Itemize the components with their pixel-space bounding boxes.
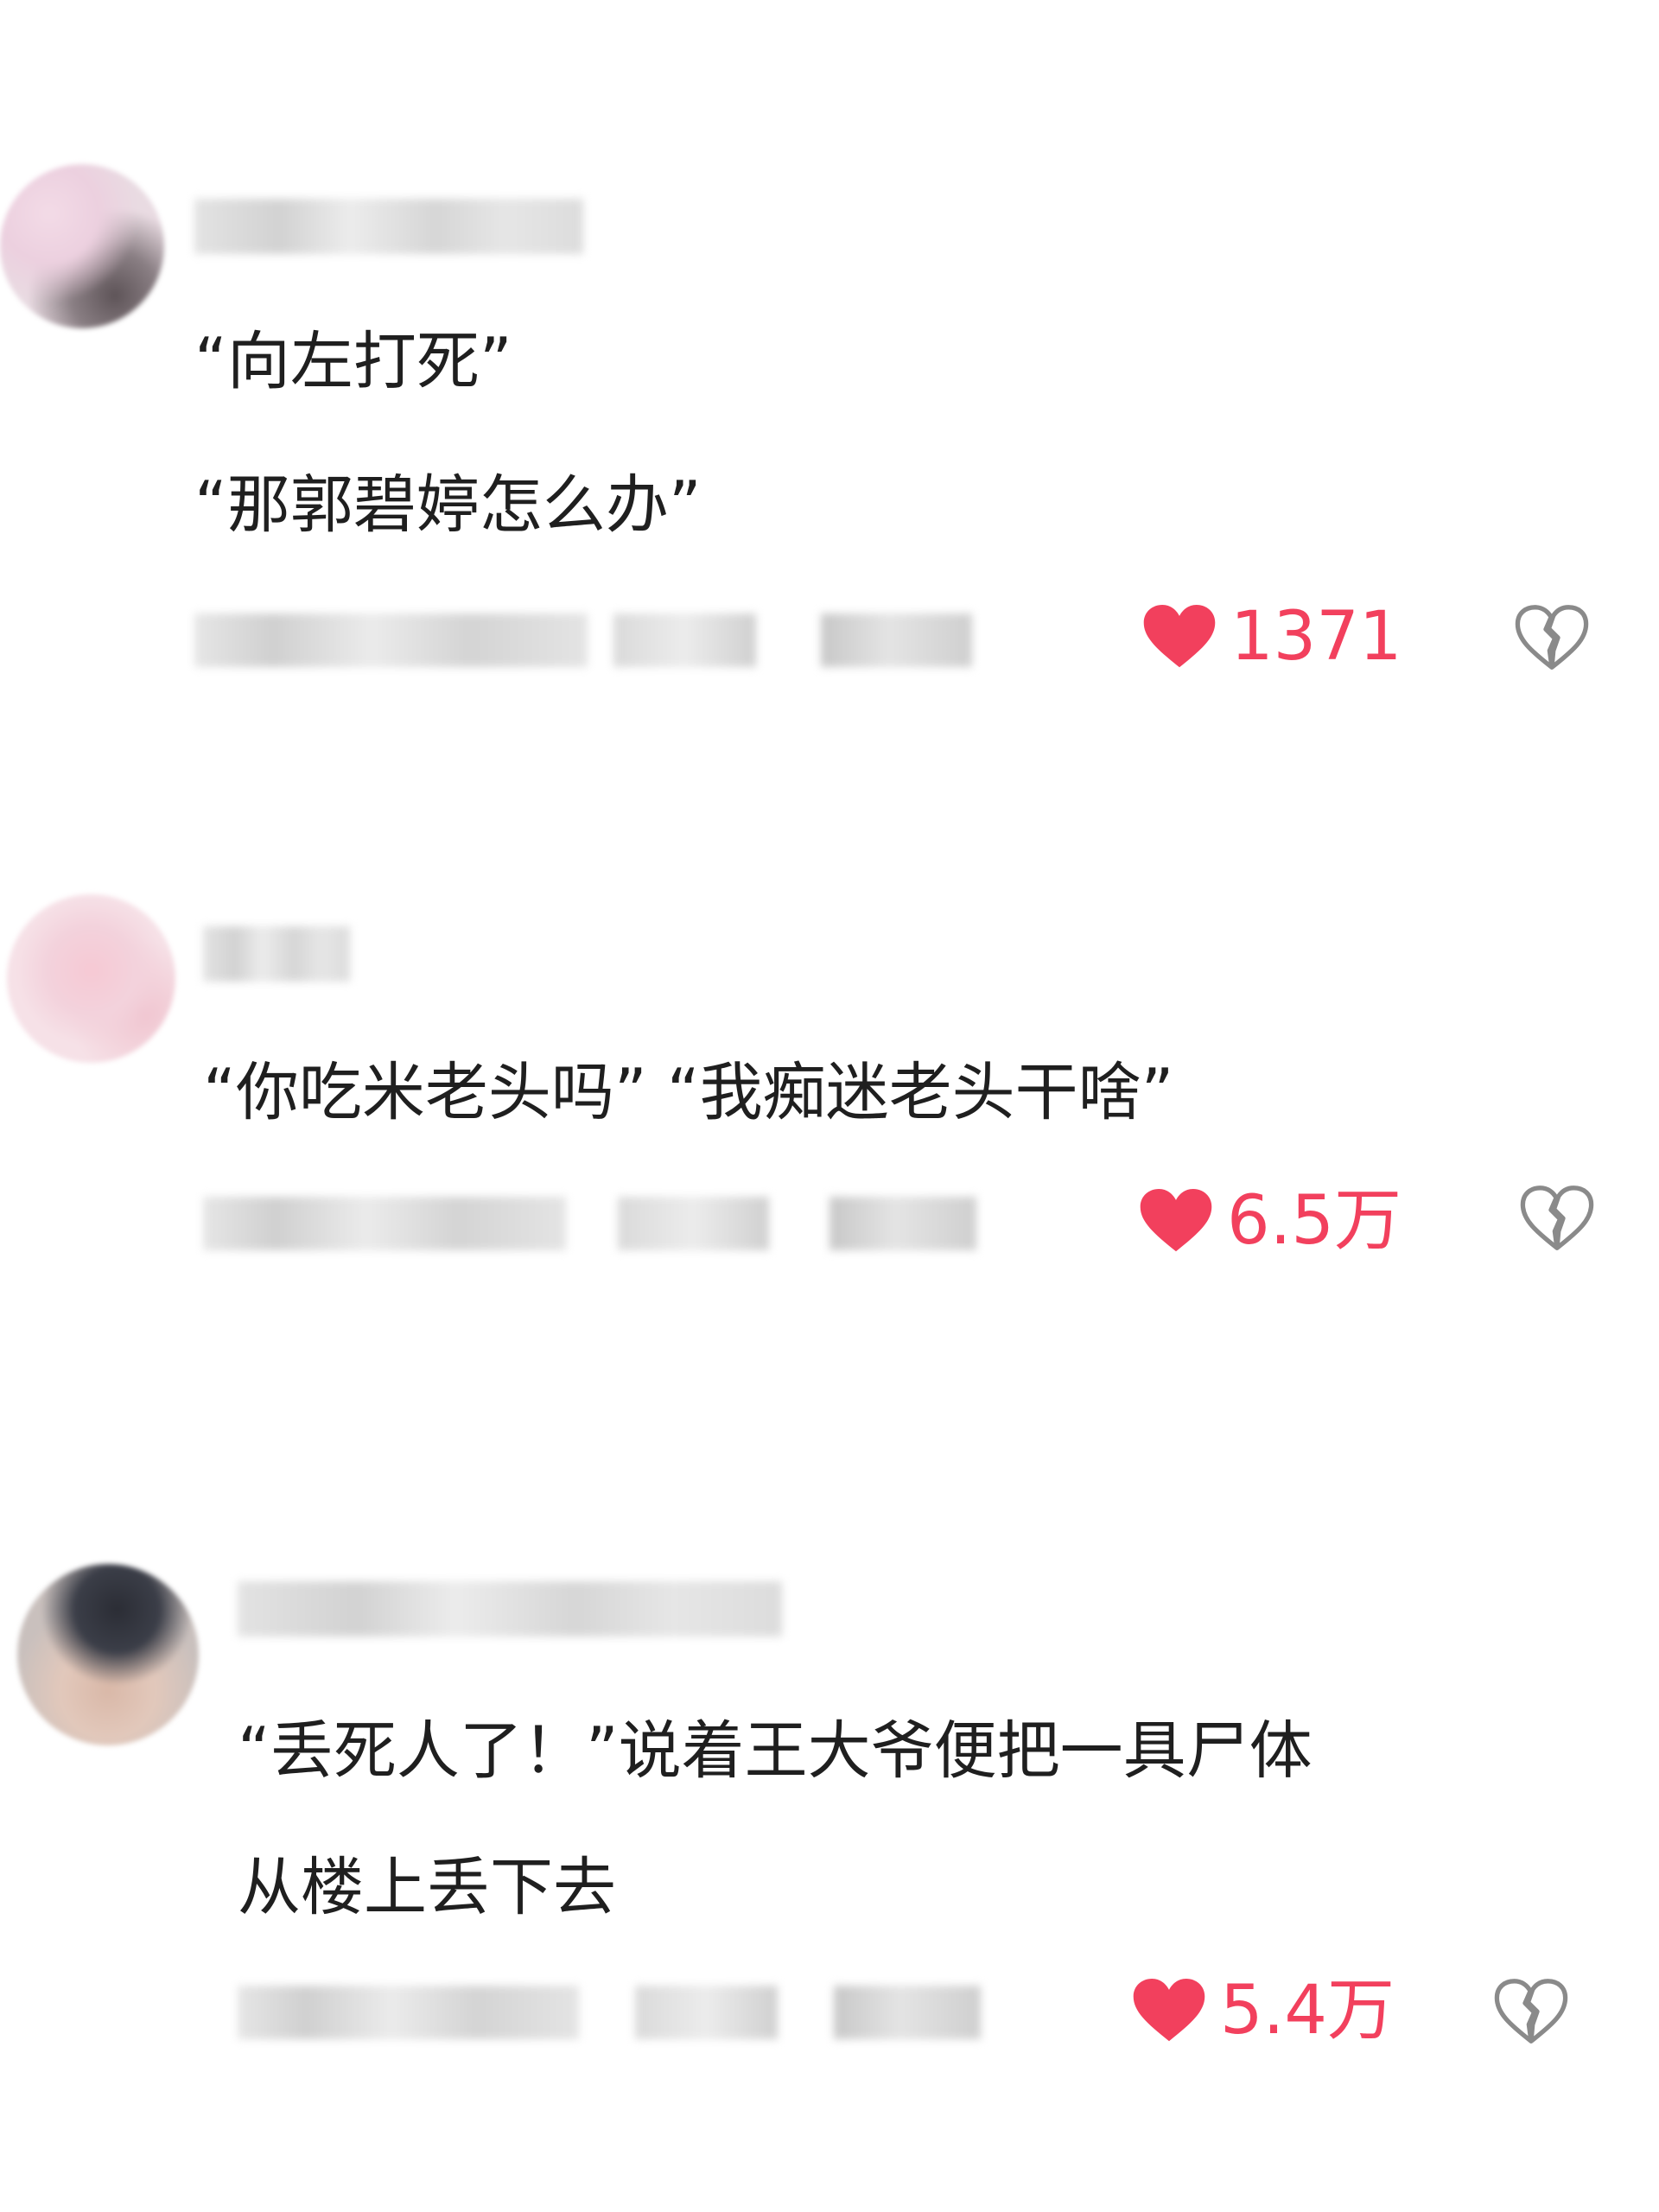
reply-button-blurred[interactable] [821,613,972,667]
timestamp-blurred [203,1197,566,1250]
like-count: 1371 [1230,598,1402,676]
username-blurred[interactable] [203,926,350,982]
timestamp-blurred [238,1986,579,2039]
broken-heart-icon[interactable] [1493,1977,1569,2046]
location-blurred [618,1197,769,1250]
comment-text-line: “你吃米老头吗” “我痴迷老头干啥” [203,1056,1174,1129]
reply-button-blurred[interactable] [830,1197,976,1250]
like-count: 5.4万 [1220,1972,1395,2050]
heart-icon [1140,1189,1212,1252]
heart-icon [1143,605,1216,668]
broken-heart-icon[interactable] [1519,1184,1595,1253]
comment-text-line: “向左打死” [194,325,512,398]
broken-heart-icon[interactable] [1514,603,1590,672]
like-button[interactable]: 1371 [1142,603,1402,671]
avatar[interactable] [0,164,164,328]
location-blurred [635,1986,778,2039]
comment-text-line: “丢死人了！”说着王大爷便把一具尸体 [238,1714,1313,1788]
like-button[interactable]: 6.5万 [1139,1187,1402,1255]
location-blurred [613,613,756,667]
avatar[interactable] [17,1564,199,1745]
username-blurred[interactable] [238,1581,782,1637]
username-blurred[interactable] [194,199,583,254]
timestamp-blurred [194,613,588,667]
like-button[interactable]: 5.4万 [1132,1977,1395,2044]
comment-text-line: “那郭碧婷怎么办” [194,468,702,542]
reply-button-blurred[interactable] [834,1986,981,2039]
like-count: 6.5万 [1227,1182,1402,1260]
heart-icon [1133,1979,1205,2042]
comment-text-line: 从楼上丢下去 [238,1851,616,1924]
avatar[interactable] [7,894,175,1063]
